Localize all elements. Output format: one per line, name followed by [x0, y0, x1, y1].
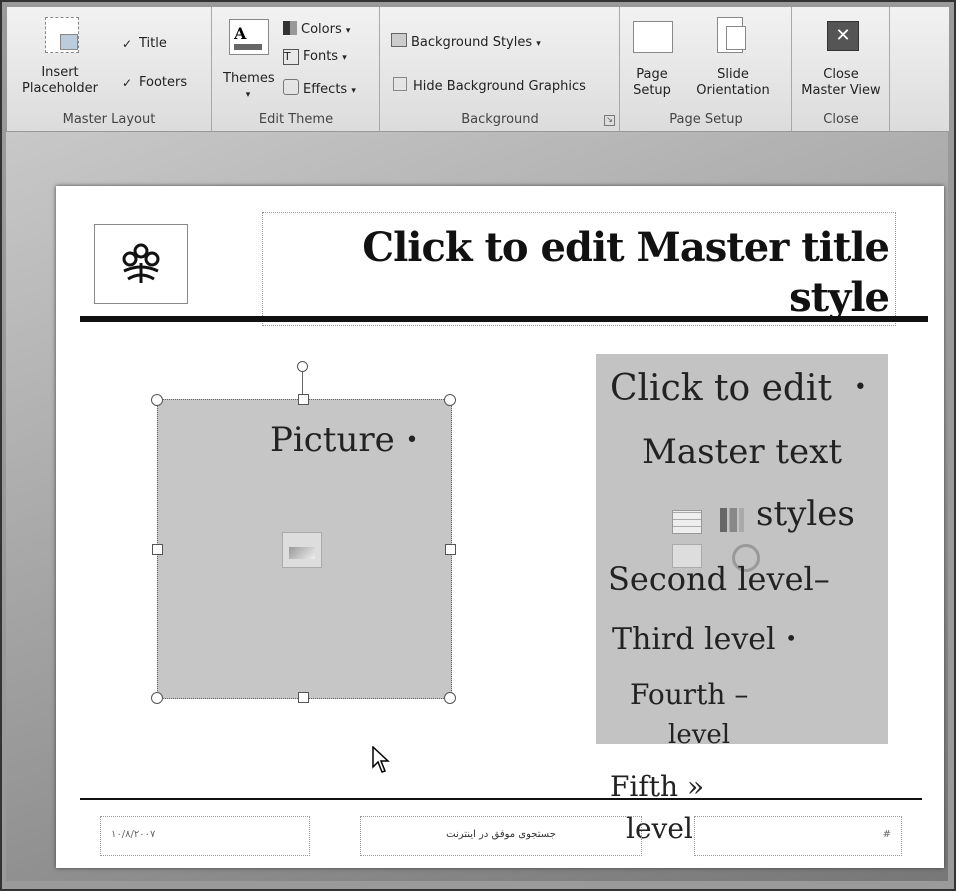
footer-text: جستجوی موفق در اینترنت [446, 829, 556, 840]
themes-icon: A [229, 19, 269, 55]
resize-handle-ml[interactable] [152, 544, 163, 555]
insert-placeholder-icon [45, 17, 79, 53]
title-checkbox-label: Title [139, 36, 167, 51]
page-setup-group-label: Page Setup [669, 112, 743, 127]
text-level-4-b: level [668, 720, 731, 750]
footers-checkbox[interactable]: ✓ Footers [121, 75, 187, 90]
date-text: ۱۰/۸/۲۰۰۷ [111, 829, 156, 840]
resize-handle-bl[interactable] [151, 692, 163, 704]
effects-dropdown-icon: ▾ [351, 86, 356, 96]
date-placeholder[interactable]: ۱۰/۸/۲۰۰۷ [100, 816, 310, 856]
colors-label: Colors [301, 22, 342, 37]
ribbon: Insert Placeholder ✓ Title ✓ Footers Maste… [6, 6, 950, 132]
dash-bullet-icon: – [734, 678, 749, 711]
background-styles-label: Background Styles [411, 35, 533, 50]
close-master-view-icon[interactable]: ✕ [827, 21, 859, 51]
bullet-icon: • [853, 375, 867, 400]
background-dialog-launcher-icon[interactable]: ↘ [604, 115, 615, 126]
page-setup-button[interactable]: Page Setup [627, 67, 677, 99]
text-level-1-c: styles [756, 494, 855, 534]
level3-text: Third level [612, 622, 776, 657]
resize-handle-br[interactable] [444, 692, 456, 704]
fonts-button[interactable]: T Fonts ▾ [283, 49, 347, 66]
footers-checkbox-label: Footers [139, 75, 188, 90]
resize-handle-tm[interactable] [298, 394, 309, 405]
themes-dropdown-icon[interactable]: ▾ [241, 87, 255, 103]
footer-divider [80, 798, 922, 800]
logo-image[interactable] [94, 224, 188, 304]
slide-number-placeholder[interactable]: # [694, 816, 902, 856]
colors-button[interactable]: Colors ▾ [283, 21, 350, 39]
level4-text-a: Fourth [630, 678, 726, 711]
fonts-icon: T [283, 49, 299, 65]
picture-label: Picture • [270, 420, 419, 460]
title-check-icon: ✓ [121, 37, 133, 51]
flower-logo-icon [122, 243, 160, 283]
page-setup-icon [633, 21, 673, 53]
background-styles-dropdown-icon: ▾ [536, 39, 541, 49]
hide-background-graphics-checkbox[interactable]: Hide Background Graphics [393, 77, 586, 94]
insert-picture-icon[interactable] [282, 532, 322, 568]
effects-label: Effects [303, 82, 348, 97]
background-styles-button[interactable]: Background Styles ▾ [391, 33, 541, 52]
background-group-label: Background [461, 112, 539, 127]
resize-handle-bm[interactable] [298, 692, 309, 703]
level2-text: Second level [608, 560, 814, 598]
colors-icon [283, 21, 297, 35]
mouse-cursor-icon [372, 746, 390, 773]
resize-handle-tl[interactable] [151, 394, 163, 406]
slide-number-text: # [882, 829, 891, 840]
fonts-label: Fonts [303, 49, 339, 64]
colors-dropdown-icon: ▾ [345, 26, 351, 36]
text-level-1-b: Master text [642, 432, 842, 472]
edit-theme-group: A Themes ▾ Colors ▾ T Fonts ▾ Effects ▾ E… [213, 7, 380, 131]
dash-bullet-icon: – [813, 560, 830, 598]
close-group: ✕ Close Master View Close [793, 7, 890, 131]
title-divider [80, 316, 928, 322]
resize-handle-mr[interactable] [445, 544, 456, 555]
master-title-line1: Click to edit Master title [362, 224, 890, 271]
level1-line-a: Click to edit [610, 368, 832, 409]
close-group-label: Close [823, 112, 859, 127]
insert-placeholder-button[interactable]: Insert Placeholder [13, 65, 107, 97]
text-level-3: Third level • [612, 622, 797, 657]
themes-button[interactable]: Themes [223, 71, 275, 87]
hide-background-graphics-check-icon [393, 77, 407, 91]
title-checkbox[interactable]: ✓ Title [121, 36, 167, 51]
fonts-dropdown-icon: ▾ [342, 53, 347, 63]
rotation-handle[interactable] [297, 361, 308, 372]
hide-background-graphics-label: Hide Background Graphics [413, 79, 586, 94]
page-setup-group: Page Setup Slide Orientation Page Setup [621, 7, 792, 131]
title-placeholder[interactable]: Click to edit Master title style [262, 212, 896, 326]
background-group: Background Styles ▾ Hide Background Grap… [381, 7, 620, 131]
background-styles-icon [391, 33, 407, 47]
master-title-text: Click to edit Master title style [269, 223, 890, 323]
close-master-view-button[interactable]: Close Master View [793, 67, 889, 99]
master-layout-group: Insert Placeholder ✓ Title ✓ Footers Maste… [7, 7, 212, 131]
picture-label-text: Picture [270, 420, 395, 460]
slide-orientation-button[interactable]: Slide Orientation [683, 67, 783, 99]
chart-icon [720, 508, 744, 532]
effects-button[interactable]: Effects ▾ [283, 79, 356, 99]
resize-handle-tr[interactable] [444, 394, 456, 406]
footer-placeholder[interactable]: جستجوی موفق در اینترنت [360, 816, 642, 856]
footers-check-icon: ✓ [121, 76, 133, 90]
master-layout-group-label: Master Layout [62, 112, 156, 127]
table-icon [672, 510, 702, 534]
bullet-icon: • [785, 626, 797, 650]
text-level-4: Fourth – [630, 678, 748, 711]
text-level-2: Second level– [608, 560, 830, 598]
effects-icon [283, 79, 299, 95]
edit-theme-group-label: Edit Theme [258, 112, 334, 127]
slide-orientation-icon [717, 17, 746, 53]
bullet-icon: • [405, 428, 419, 453]
text-level-1: Click to edit • [610, 368, 867, 409]
